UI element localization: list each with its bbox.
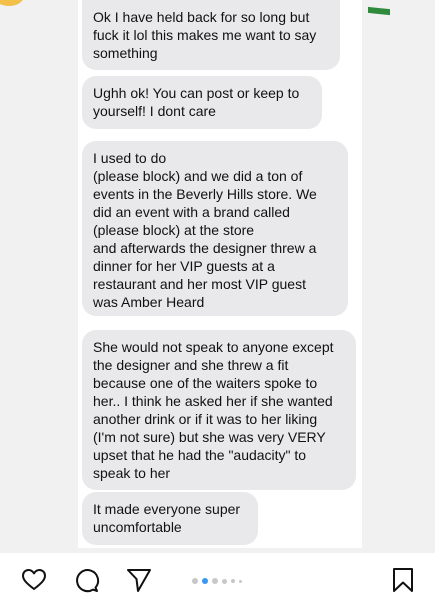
partial-avatar (0, 0, 24, 6)
message-bubble: Ok I have held back for so long but fuck… (82, 0, 340, 70)
message-bubble: It made everyone super uncomfortable (82, 492, 258, 545)
carousel-dot (222, 578, 227, 584)
carousel-dot (231, 579, 235, 583)
message-bubble: I used to do (please block) and we did a… (82, 141, 348, 316)
bookmark-icon[interactable] (390, 567, 416, 593)
carousel-dot (212, 578, 218, 584)
chat-screenshot: Ok I have held back for so long but fuck… (0, 0, 435, 553)
carousel-dot-active (202, 578, 208, 584)
message-bubble: She would not speak to anyone except the… (82, 330, 356, 490)
comment-icon[interactable] (74, 567, 100, 593)
share-icon[interactable] (126, 567, 152, 593)
post-action-bar (0, 553, 435, 600)
heart-icon[interactable] (21, 567, 47, 593)
partial-green-mark (368, 6, 390, 16)
carousel-dot (239, 579, 242, 583)
carousel-dot (192, 578, 198, 584)
message-bubble: Ughh ok! You can post or keep to yoursel… (82, 76, 322, 129)
